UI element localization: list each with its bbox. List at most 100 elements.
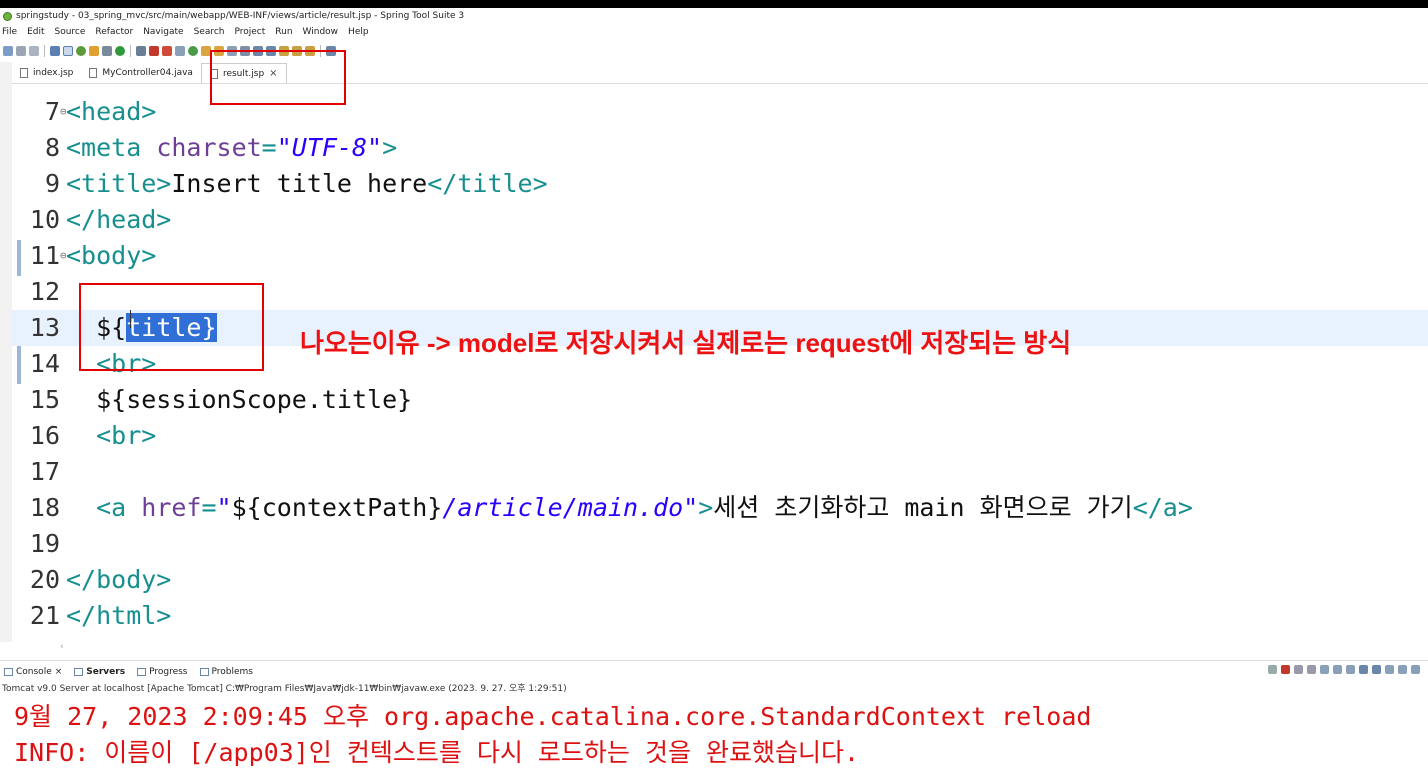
console-icon <box>4 668 13 676</box>
menu-help[interactable]: Help <box>348 27 369 37</box>
stop-icon[interactable] <box>149 46 159 56</box>
menu-window[interactable]: Window <box>303 27 339 37</box>
code-token: Insert title here <box>171 169 428 198</box>
save-all-icon[interactable] <box>29 46 39 56</box>
code-token: </head> <box>66 205 172 234</box>
menu-source[interactable]: Source <box>55 27 86 37</box>
pin-icon[interactable] <box>1268 665 1277 674</box>
code-line[interactable]: 7 ⊖ <head> <box>12 94 1428 130</box>
save-icon[interactable] <box>16 46 26 56</box>
refresh-icon[interactable] <box>89 46 99 56</box>
code-token: <meta <box>66 133 157 162</box>
code-line[interactable]: 20 </body> <box>12 562 1428 598</box>
remove-all-icon[interactable] <box>1307 665 1316 674</box>
code-text: <body> <box>66 238 156 274</box>
open-console-icon[interactable] <box>1398 665 1407 674</box>
show-stdout-icon[interactable] <box>1359 665 1368 674</box>
servers-icon <box>74 668 84 676</box>
tab-label: Progress <box>149 667 188 677</box>
tab-mycontroller04-java[interactable]: MyController04.java <box>81 63 201 83</box>
spring-boot-icon[interactable] <box>76 46 86 56</box>
tab-console[interactable]: Console × <box>4 667 62 677</box>
code-token: /article/main.do" <box>442 493 699 522</box>
code-text: </html> <box>66 598 171 634</box>
code-token: > <box>382 133 398 162</box>
code-line[interactable]: 17 <box>12 454 1428 490</box>
console-output-line: 9월 27, 2023 2:09:45 오후 org.apache.catali… <box>14 702 1092 731</box>
tab-progress[interactable]: Progress <box>137 667 188 677</box>
code-line[interactable]: 16 <br> <box>12 418 1428 454</box>
line-number: 14 <box>29 349 60 378</box>
terminate-icon[interactable] <box>1281 665 1290 674</box>
view-menu-icon[interactable] <box>1411 665 1420 674</box>
tab-label: Problems <box>211 667 253 677</box>
toggle-mark-icon[interactable] <box>63 46 73 56</box>
annotation-text: 나오는이유 -> model로 저장시켜서 실제로는 request에 저장되는… <box>300 328 1072 358</box>
run-icon[interactable] <box>115 46 125 56</box>
menu-project[interactable]: Project <box>234 27 265 37</box>
code-line[interactable]: 10 </head> <box>12 202 1428 238</box>
code-line[interactable]: 9 <title>Insert title here</title> <box>12 166 1428 202</box>
scroll-left-icon[interactable]: ‹ <box>60 642 64 652</box>
new-icon[interactable] <box>3 46 13 56</box>
word-wrap-icon[interactable] <box>1346 665 1355 674</box>
clear-console-icon[interactable] <box>1320 665 1329 674</box>
line-number: 16 <box>29 421 60 450</box>
open-type-icon[interactable] <box>175 46 185 56</box>
show-stderr-icon[interactable] <box>1372 665 1381 674</box>
code-line[interactable]: 11 ⊖ <body> <box>12 238 1428 274</box>
window-titlebar: springstudy - 03_spring_mvc/src/main/web… <box>0 8 1428 24</box>
server-icon[interactable] <box>162 46 172 56</box>
menu-search[interactable]: Search <box>194 27 225 37</box>
jsp-file-icon <box>20 68 28 78</box>
left-trim-strip <box>0 62 12 642</box>
code-line[interactable]: 8 <meta charset="UTF-8"> <box>12 130 1428 166</box>
scroll-lock-icon[interactable] <box>1333 665 1342 674</box>
code-text: <head> <box>66 94 156 130</box>
code-line[interactable]: 15 ${sessionScope.title} <box>12 382 1428 418</box>
code-text: <title>Insert title here</title> <box>66 166 548 202</box>
line-number: 13 <box>29 313 60 342</box>
window-title: springstudy - 03_spring_mvc/src/main/web… <box>16 11 465 21</box>
line-number: 19 <box>29 529 60 558</box>
code-token: " <box>216 493 232 522</box>
tab-label: index.jsp <box>33 68 74 78</box>
code-token: = <box>261 133 277 162</box>
code-token: charset <box>156 133 262 162</box>
menu-edit[interactable]: Edit <box>27 27 44 37</box>
external-tools-icon[interactable] <box>188 46 198 56</box>
horizontal-scrollbar[interactable]: ‹ <box>60 642 1428 656</box>
tab-label: Console <box>16 667 52 677</box>
toolbar-separator <box>130 45 131 57</box>
search-icon[interactable] <box>136 46 146 56</box>
console-output-line: INFO: 이름이 [/app03]인 컨텍스트를 다시 로드하는 것을 완료했… <box>14 738 860 767</box>
code-line[interactable]: 21 </html> <box>12 598 1428 634</box>
code-token: <title> <box>66 169 172 198</box>
line-number: 10 <box>29 205 60 234</box>
code-line[interactable]: 19 <box>12 526 1428 562</box>
menu-navigate[interactable]: Navigate <box>143 27 183 37</box>
code-token: <br> <box>96 421 157 450</box>
menu-run[interactable]: Run <box>275 27 292 37</box>
close-icon[interactable]: × <box>55 667 63 677</box>
code-line[interactable]: 18 <a href="${contextPath}/article/main.… <box>12 490 1428 526</box>
line-number: 12 <box>29 277 60 306</box>
highlight-box-code <box>79 283 264 371</box>
progress-icon <box>137 668 147 676</box>
debug-icon[interactable] <box>102 46 112 56</box>
code-text: </body> <box>66 562 171 598</box>
terminal-icon[interactable] <box>50 46 60 56</box>
tab-servers[interactable]: Servers <box>74 667 125 677</box>
menu-refactor[interactable]: Refactor <box>95 27 133 37</box>
line-number: 8 <box>44 133 60 162</box>
display-console-icon[interactable] <box>1385 665 1394 674</box>
tab-index-jsp[interactable]: index.jsp <box>12 63 81 83</box>
line-number: 17 <box>29 457 60 486</box>
code-text: </head> <box>66 202 171 238</box>
tab-problems[interactable]: Problems <box>199 667 253 677</box>
remove-launch-icon[interactable] <box>1294 665 1303 674</box>
menu-file[interactable]: File <box>2 27 17 37</box>
bottom-panel: Console × Servers Progress Problems Tomc… <box>0 660 1428 779</box>
code-token: </a> <box>1132 493 1193 522</box>
